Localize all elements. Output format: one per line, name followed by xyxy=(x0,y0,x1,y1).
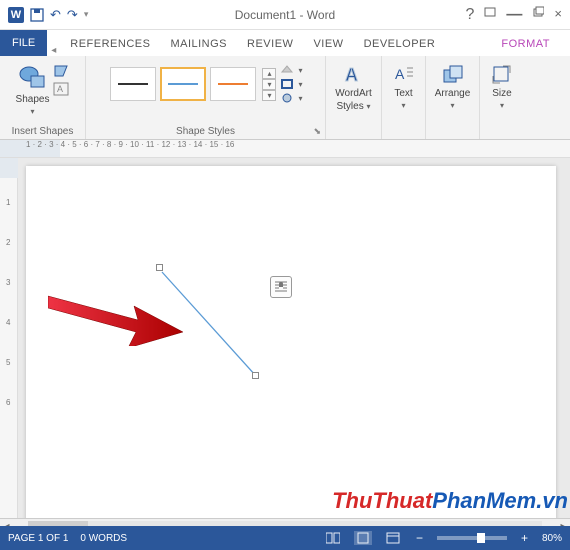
gallery-more-icon[interactable]: ▾ xyxy=(262,90,276,101)
layout-options-icon xyxy=(273,279,289,295)
tab-mailings[interactable]: MAILINGS xyxy=(160,32,237,56)
svg-text:A: A xyxy=(57,84,63,94)
ribbon: Shapes ▾ A Insert Shapes ▴ ▾ ▾ ▾ xyxy=(0,56,570,140)
ribbon-tabs: FILE ◂ REFERENCES MAILINGS REVIEW VIEW D… xyxy=(0,30,570,56)
size-button[interactable]: Size ▾ xyxy=(485,60,519,114)
group-size: Size ▾ xyxy=(480,56,524,139)
shape-effects-button[interactable]: ▾ xyxy=(280,92,302,104)
size-label: Size xyxy=(492,88,511,99)
view-web-layout-icon[interactable] xyxy=(384,531,402,545)
style-swatch-1[interactable] xyxy=(110,67,156,101)
wordart-label: WordArt xyxy=(335,88,372,99)
shape-outline-button[interactable]: ▾ xyxy=(280,78,302,90)
layout-options-button[interactable] xyxy=(270,276,292,298)
word-app-icon[interactable]: W xyxy=(8,7,24,23)
svg-text:A: A xyxy=(395,66,405,82)
text-label: Text xyxy=(394,88,412,99)
workspace: 1 2 3 4 5 6 xyxy=(0,158,570,518)
zoom-out-button[interactable]: − xyxy=(414,531,425,545)
status-word-count[interactable]: 0 WORDS xyxy=(80,533,127,544)
shapes-gallery-button[interactable]: Shapes ▾ xyxy=(14,60,52,120)
zoom-level[interactable]: 80% xyxy=(542,533,562,544)
tab-file[interactable]: FILE xyxy=(0,30,47,56)
shapes-label: Shapes xyxy=(16,94,50,105)
tab-references[interactable]: REFERENCES xyxy=(60,32,160,56)
arrange-label: Arrange xyxy=(435,88,471,99)
vertical-ruler[interactable]: 1 2 3 4 5 6 xyxy=(0,158,18,518)
group-label-shape-styles: Shape Styles⬊ xyxy=(86,126,325,137)
group-label-insert-shapes: Insert Shapes xyxy=(0,126,85,137)
status-page[interactable]: PAGE 1 OF 1 xyxy=(8,533,68,544)
group-wordart-styles: A WordArt Styles ▾ xyxy=(326,56,382,139)
group-insert-shapes: Shapes ▾ A Insert Shapes xyxy=(0,56,86,139)
qat-customize-icon[interactable]: ▾ xyxy=(84,9,89,20)
annotation-arrow xyxy=(48,276,188,346)
close-icon[interactable]: × xyxy=(554,6,562,24)
chevron-down-icon: ▾ xyxy=(500,101,504,110)
text-button[interactable]: A Text ▾ xyxy=(387,60,421,114)
wordart-sublabel: Styles ▾ xyxy=(336,101,370,112)
view-print-layout-icon[interactable] xyxy=(354,531,372,545)
page-area[interactable] xyxy=(18,158,570,518)
group-arrange: Arrange ▾ xyxy=(426,56,480,139)
tab-view[interactable]: VIEW xyxy=(303,32,353,56)
minimize-icon[interactable]: — xyxy=(506,6,522,24)
status-bar: PAGE 1 OF 1 0 WORDS − + 80% xyxy=(0,526,570,550)
zoom-slider-knob[interactable] xyxy=(477,533,485,543)
tab-review[interactable]: REVIEW xyxy=(237,32,303,56)
arrange-button[interactable]: Arrange ▾ xyxy=(429,60,477,114)
group-text: A Text ▾ xyxy=(382,56,426,139)
style-swatch-3[interactable] xyxy=(210,67,256,101)
resize-handle-start[interactable] xyxy=(156,264,163,271)
tab-developer[interactable]: DEVELOPER xyxy=(354,32,446,56)
svg-text:A: A xyxy=(345,65,358,85)
shape-style-gallery[interactable] xyxy=(106,61,260,107)
save-icon[interactable] xyxy=(30,8,44,22)
undo-button[interactable]: ↶ xyxy=(50,7,61,23)
group-shape-styles: ▴ ▾ ▾ ▾ ▾ ▾ Shape Styles⬊ xyxy=(86,56,326,139)
gallery-up-icon[interactable]: ▴ xyxy=(262,68,276,79)
style-swatch-2[interactable] xyxy=(160,67,206,101)
zoom-in-button[interactable]: + xyxy=(519,531,530,545)
gallery-down-icon[interactable]: ▾ xyxy=(262,79,276,90)
text-box-icon[interactable]: A xyxy=(53,82,69,96)
shape-fill-button[interactable]: ▾ xyxy=(280,64,302,76)
chevron-down-icon: ▾ xyxy=(401,101,405,110)
help-icon[interactable]: ? xyxy=(466,6,475,24)
view-read-mode-icon[interactable] xyxy=(324,531,342,545)
tab-format[interactable]: FORMAT xyxy=(491,32,570,56)
ruler-ticks: 1 · 2 · 3 · 4 · 5 · 6 · 7 · 8 · 9 · 10 ·… xyxy=(26,140,234,149)
zoom-slider[interactable] xyxy=(437,536,507,540)
dialog-launcher-icon[interactable]: ⬊ xyxy=(313,126,321,137)
resize-handle-end[interactable] xyxy=(252,372,259,379)
watermark-logo: ThuThuatPhanMem.vn xyxy=(332,488,568,514)
title-bar: W ↶ ↷ ▾ Document1 - Word ? — × xyxy=(0,0,570,30)
restore-icon[interactable] xyxy=(532,6,544,18)
gallery-scroll: ▴ ▾ ▾ xyxy=(260,68,278,101)
horizontal-ruler[interactable]: 1 · 2 · 3 · 4 · 5 · 6 · 7 · 8 · 9 · 10 ·… xyxy=(0,140,570,158)
edit-shape-icon[interactable] xyxy=(53,64,69,78)
document-page[interactable] xyxy=(26,166,556,518)
chevron-down-icon: ▾ xyxy=(451,101,455,110)
quick-access-toolbar: W ↶ ↷ ▾ xyxy=(0,7,88,23)
tab-scroll-left-icon[interactable]: ◂ xyxy=(47,45,60,56)
wordart-styles-button[interactable]: A WordArt Styles ▾ xyxy=(329,60,378,116)
redo-button[interactable]: ↷ xyxy=(67,7,78,23)
chevron-down-icon: ▾ xyxy=(30,107,34,116)
ribbon-display-icon[interactable] xyxy=(484,6,496,18)
